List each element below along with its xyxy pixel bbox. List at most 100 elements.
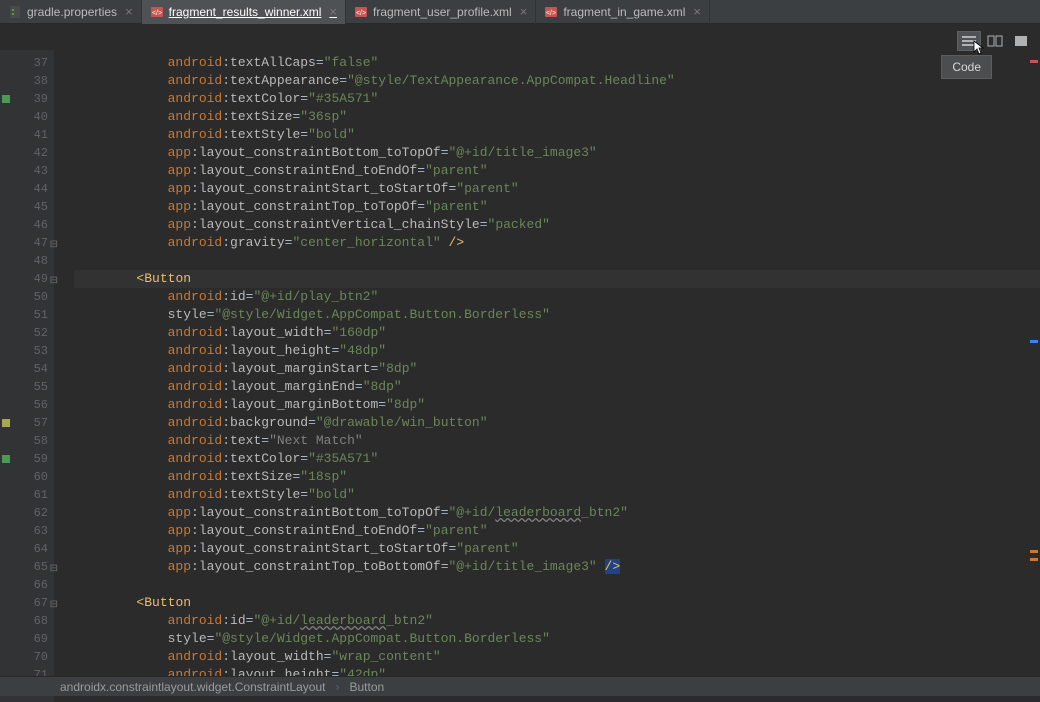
breadcrumb[interactable]: androidx.constraintlayout.widget.Constra… <box>0 676 1040 696</box>
line-number[interactable]: 68 <box>0 612 48 630</box>
code-line[interactable]: android:layout_marginEnd="8dp" <box>74 378 1040 396</box>
line-number[interactable]: 47⊟ <box>0 234 48 252</box>
code-line[interactable]: style="@style/Widget.AppCompat.Button.Bo… <box>74 306 1040 324</box>
code-line[interactable]: app:layout_constraintEnd_toEndOf="parent… <box>74 162 1040 180</box>
line-number[interactable]: 53 <box>0 342 48 360</box>
code-line[interactable]: app:layout_constraintTop_toBottomOf="@+i… <box>74 558 1040 576</box>
line-number[interactable]: 54 <box>0 360 48 378</box>
line-number[interactable]: 45 <box>0 198 48 216</box>
code-line[interactable]: app:layout_constraintStart_toStartOf="pa… <box>74 180 1040 198</box>
line-number[interactable]: 55 <box>0 378 48 396</box>
xml-file-icon: </> <box>354 5 368 19</box>
tab-fragment_results_winner-xml[interactable]: </>fragment_results_winner.xml× <box>142 0 346 24</box>
close-icon[interactable]: × <box>693 4 701 19</box>
code-line[interactable]: app:layout_constraintStart_toStartOf="pa… <box>74 540 1040 558</box>
minimap-marker[interactable] <box>1030 340 1038 343</box>
code-line[interactable]: android:background="@drawable/win_button… <box>74 414 1040 432</box>
editor-tabs: gradle.properties×</>fragment_results_wi… <box>0 0 1040 24</box>
gutter-marker-icon[interactable] <box>2 455 10 463</box>
code-line[interactable]: android:id="@+id/play_btn2" <box>74 288 1040 306</box>
editor[interactable]: 3738394041424344454647⊟4849⊟505152535455… <box>0 50 1040 702</box>
svg-text:</>: </> <box>152 10 162 17</box>
close-icon[interactable]: × <box>329 4 337 19</box>
code-area[interactable]: android:textAllCaps="false" android:text… <box>54 50 1040 702</box>
svg-text:</>: </> <box>546 10 556 17</box>
breadcrumb-root[interactable]: androidx.constraintlayout.widget.Constra… <box>60 680 326 694</box>
tab-label: gradle.properties <box>27 5 117 19</box>
code-line[interactable] <box>74 252 1040 270</box>
code-line[interactable]: android:textColor="#35A571" <box>74 450 1040 468</box>
code-line[interactable]: android:layout_height="48dp" <box>74 342 1040 360</box>
line-number[interactable]: 48 <box>0 252 48 270</box>
line-number[interactable]: 41 <box>0 126 48 144</box>
code-line[interactable]: android:layout_width="wrap_content" <box>74 648 1040 666</box>
minimap-marker[interactable] <box>1030 60 1038 63</box>
line-number[interactable]: 42 <box>0 144 48 162</box>
code-line[interactable]: android:layout_marginBottom="8dp" <box>74 396 1040 414</box>
line-number[interactable]: 67⊟ <box>0 594 48 612</box>
code-line[interactable]: android:layout_marginStart="8dp" <box>74 360 1040 378</box>
gutter[interactable]: 3738394041424344454647⊟4849⊟505152535455… <box>0 50 54 702</box>
line-number[interactable]: 50 <box>0 288 48 306</box>
code-line[interactable]: android:textColor="#35A571" <box>74 90 1040 108</box>
minimap-marker[interactable] <box>1030 558 1038 561</box>
breadcrumb-separator-icon: › <box>336 680 340 694</box>
tab-fragment_in_game-xml[interactable]: </>fragment_in_game.xml× <box>536 0 710 24</box>
tab-gradle-properties[interactable]: gradle.properties × <box>0 0 142 24</box>
code-line[interactable]: android:gravity="center_horizontal" /> <box>74 234 1040 252</box>
line-number[interactable]: 51 <box>0 306 48 324</box>
code-line[interactable]: android:layout_width="160dp" <box>74 324 1040 342</box>
close-icon[interactable]: × <box>520 4 528 19</box>
line-number[interactable]: 64 <box>0 540 48 558</box>
line-number[interactable]: 43 <box>0 162 48 180</box>
code-line[interactable]: <Button <box>74 594 1040 612</box>
line-number[interactable]: 40 <box>0 108 48 126</box>
line-number[interactable]: 44 <box>0 180 48 198</box>
line-number[interactable]: 38 <box>0 72 48 90</box>
code-line[interactable]: app:layout_constraintBottom_toTopOf="@+i… <box>74 144 1040 162</box>
line-number[interactable]: 49⊟ <box>0 270 48 288</box>
code-line[interactable]: app:layout_constraintEnd_toEndOf="parent… <box>74 522 1040 540</box>
line-number[interactable]: 46 <box>0 216 48 234</box>
code-line[interactable]: style="@style/Widget.AppCompat.Button.Bo… <box>74 630 1040 648</box>
line-number[interactable]: 39 <box>0 90 48 108</box>
view-design-button[interactable] <box>1010 32 1032 50</box>
gutter-marker-icon[interactable] <box>2 419 10 427</box>
line-number[interactable]: 65⊟ <box>0 558 48 576</box>
code-line[interactable] <box>74 576 1040 594</box>
code-line[interactable]: android:textStyle="bold" <box>74 486 1040 504</box>
line-number[interactable]: 56 <box>0 396 48 414</box>
line-number[interactable]: 52 <box>0 324 48 342</box>
code-line[interactable]: android:text="Next Match" <box>74 432 1040 450</box>
line-number[interactable]: 66 <box>0 576 48 594</box>
line-number[interactable]: 62 <box>0 504 48 522</box>
line-number[interactable]: 57 <box>0 414 48 432</box>
svg-text:</>: </> <box>356 10 366 17</box>
minimap-strip[interactable] <box>1028 50 1040 670</box>
line-number[interactable]: 61 <box>0 486 48 504</box>
code-line[interactable]: android:textAllCaps="false" <box>74 54 1040 72</box>
code-line[interactable]: app:layout_constraintVertical_chainStyle… <box>74 216 1040 234</box>
code-line[interactable]: android:textStyle="bold" <box>74 126 1040 144</box>
line-number[interactable]: 37 <box>0 54 48 72</box>
line-number[interactable]: 59 <box>0 450 48 468</box>
line-number[interactable]: 63 <box>0 522 48 540</box>
gutter-marker-icon[interactable] <box>2 95 10 103</box>
breadcrumb-child[interactable]: Button <box>350 680 385 694</box>
code-line[interactable]: android:textAppearance="@style/TextAppea… <box>74 72 1040 90</box>
code-line[interactable]: app:layout_constraintTop_toTopOf="parent… <box>74 198 1040 216</box>
code-line[interactable]: android:textSize="18sp" <box>74 468 1040 486</box>
code-line[interactable]: android:textSize="36sp" <box>74 108 1040 126</box>
view-split-button[interactable] <box>984 32 1006 50</box>
tab-fragment_user_profile-xml[interactable]: </>fragment_user_profile.xml× <box>346 0 536 24</box>
line-number[interactable]: 58 <box>0 432 48 450</box>
view-toolbar <box>958 32 1032 50</box>
code-line[interactable]: <Button <box>74 270 1040 288</box>
close-icon[interactable]: × <box>125 4 133 19</box>
minimap-marker[interactable] <box>1030 550 1038 553</box>
line-number[interactable]: 70 <box>0 648 48 666</box>
line-number[interactable]: 69 <box>0 630 48 648</box>
code-line[interactable]: android:id="@+id/leaderboard_btn2" <box>74 612 1040 630</box>
code-line[interactable]: app:layout_constraintBottom_toTopOf="@+i… <box>74 504 1040 522</box>
line-number[interactable]: 60 <box>0 468 48 486</box>
